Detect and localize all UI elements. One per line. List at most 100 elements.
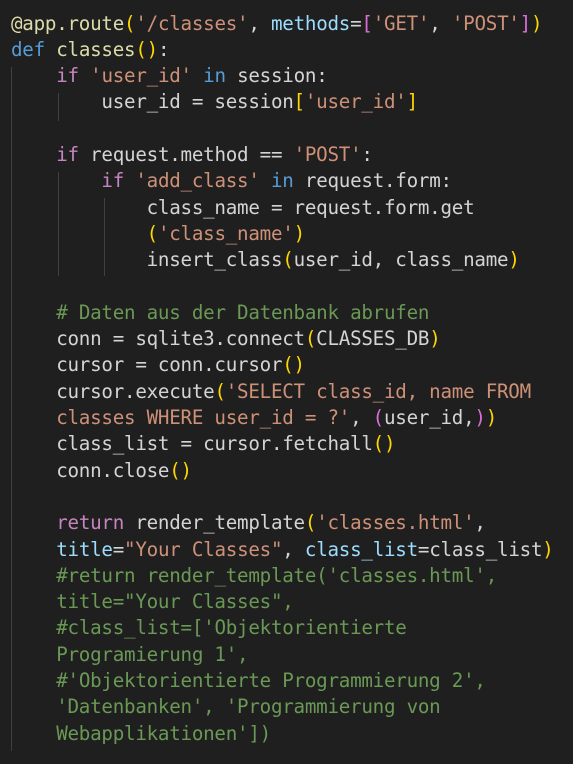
code-line: insert_class(user_id, class_name) (11, 247, 520, 273)
code-line: Webapplikationen']) (11, 721, 271, 747)
code-token: ) (485, 406, 498, 429)
code-token: request.method == (78, 143, 294, 166)
code-line: conn.close() (11, 458, 192, 484)
code-token: : (157, 37, 170, 61)
code-token: , (474, 511, 486, 535)
code-token: session: (225, 64, 328, 88)
code-token: ( (146, 221, 159, 245)
code-token: class_name = request.form.get (11, 195, 475, 219)
code-token: ] (519, 11, 532, 35)
code-line: #return render_template('classes.html', (11, 563, 497, 589)
code-token: user_id, class_name (293, 248, 509, 272)
code-token: in (203, 64, 226, 88)
code-line: ('class_name') (11, 221, 306, 247)
code-line: cursor = conn.cursor() (11, 352, 305, 378)
code-token: 'user_id' (304, 90, 407, 114)
code-token: 'classes.html' (316, 511, 475, 535)
code-line: conn = sqlite3.connect(CLASSES_DB) (11, 326, 441, 352)
code-line: if 'user_id' in session: (11, 63, 328, 89)
code-token: , (282, 537, 305, 561)
code-line: title="Your Classes", class_list=class_l… (11, 537, 554, 563)
code-token: ( (214, 379, 226, 403)
code-token: class_list (304, 537, 418, 561)
code-token: classes (56, 37, 136, 61)
code-token: render_template (124, 511, 305, 535)
code-token: CLASSES_DB (316, 327, 430, 351)
code-token: ( (304, 327, 317, 351)
code-token: conn = sqlite3.connect (11, 327, 305, 351)
code-line: 'Datenbanken', 'Programmierung von (11, 694, 441, 720)
code-token: #'Objektorientierte Programmierung 2', (56, 669, 486, 692)
code-line: user_id = session['user_id'] (11, 89, 418, 115)
code-token: () (282, 353, 305, 377)
code-line: def classes(): (11, 37, 170, 63)
code-line: Programierung 1', (11, 642, 248, 668)
code-line: @app.route('/classes', methods=['GET', '… (11, 11, 543, 37)
code-token: ) (474, 406, 486, 429)
code-line: if 'add_class' in request.form: (11, 168, 452, 194)
code-line: cursor.execute('SELECT class_id, name FR… (11, 379, 531, 405)
code-token: '/classes' (135, 11, 249, 35)
code-token: if (101, 169, 125, 193)
code-token: return (56, 511, 125, 535)
code-token: () (169, 458, 192, 482)
code-token: 'user_id' (90, 64, 192, 88)
code-token: cursor.execute (11, 379, 215, 403)
code-token: request.form: (293, 169, 452, 193)
code-token: "Your Classes" (124, 537, 283, 561)
code-token: def (11, 37, 45, 61)
code-line: title="Your Classes", (11, 589, 294, 615)
code-token: Webapplikationen']) (11, 721, 271, 745)
code-token: classes WHERE user_id = ?' (11, 406, 351, 429)
code-token: title="Your Classes", (11, 590, 294, 614)
code-token: conn.close (11, 458, 170, 482)
code-token: =class_list (417, 537, 543, 561)
code-token: , (350, 406, 373, 429)
code-token: if (56, 143, 79, 166)
code-token: in (270, 169, 294, 193)
code-token: insert_class (11, 248, 283, 272)
code-token: ] (406, 90, 419, 114)
code-token: ) (542, 537, 554, 561)
code-token: cursor = conn.cursor (11, 353, 283, 377)
code-line: class_name = request.form.get (11, 195, 475, 221)
code-token: , (248, 11, 271, 35)
code-token: ) (508, 248, 520, 272)
code-line: if request.method == 'POST': (11, 142, 373, 168)
code-token: = (112, 537, 125, 561)
code-token: ) (530, 11, 543, 35)
code-token: () (135, 37, 158, 61)
code-token: #class_list=['Objektorientierte (56, 616, 407, 640)
code-token: # Daten aus der Datenbank abrufen (56, 300, 430, 324)
code-token: : (361, 143, 373, 166)
code-token: ( (304, 511, 317, 535)
code-token: title (56, 537, 113, 561)
code-token: @app.route (11, 11, 125, 35)
code-line: classes WHERE user_id = ?', (user_id,)) (11, 405, 497, 431)
code-line: #class_list=['Objektorientierte (11, 615, 407, 641)
code-token: () (372, 432, 396, 456)
code-editor[interactable]: @app.route('/classes', methods=['GET', '… (0, 0, 573, 764)
code-token: ( (372, 406, 385, 429)
code-token: 'POST' (451, 11, 520, 35)
code-token: user_id, (383, 406, 475, 429)
code-line: # Daten aus der Datenbank abrufen (11, 300, 429, 326)
code-token: 'GET' (372, 11, 430, 35)
code-token: 'class_name' (157, 221, 294, 245)
code-token: 'SELECT class_id, name FROM (225, 379, 531, 403)
code-line: return render_template('classes.html', (11, 510, 486, 536)
